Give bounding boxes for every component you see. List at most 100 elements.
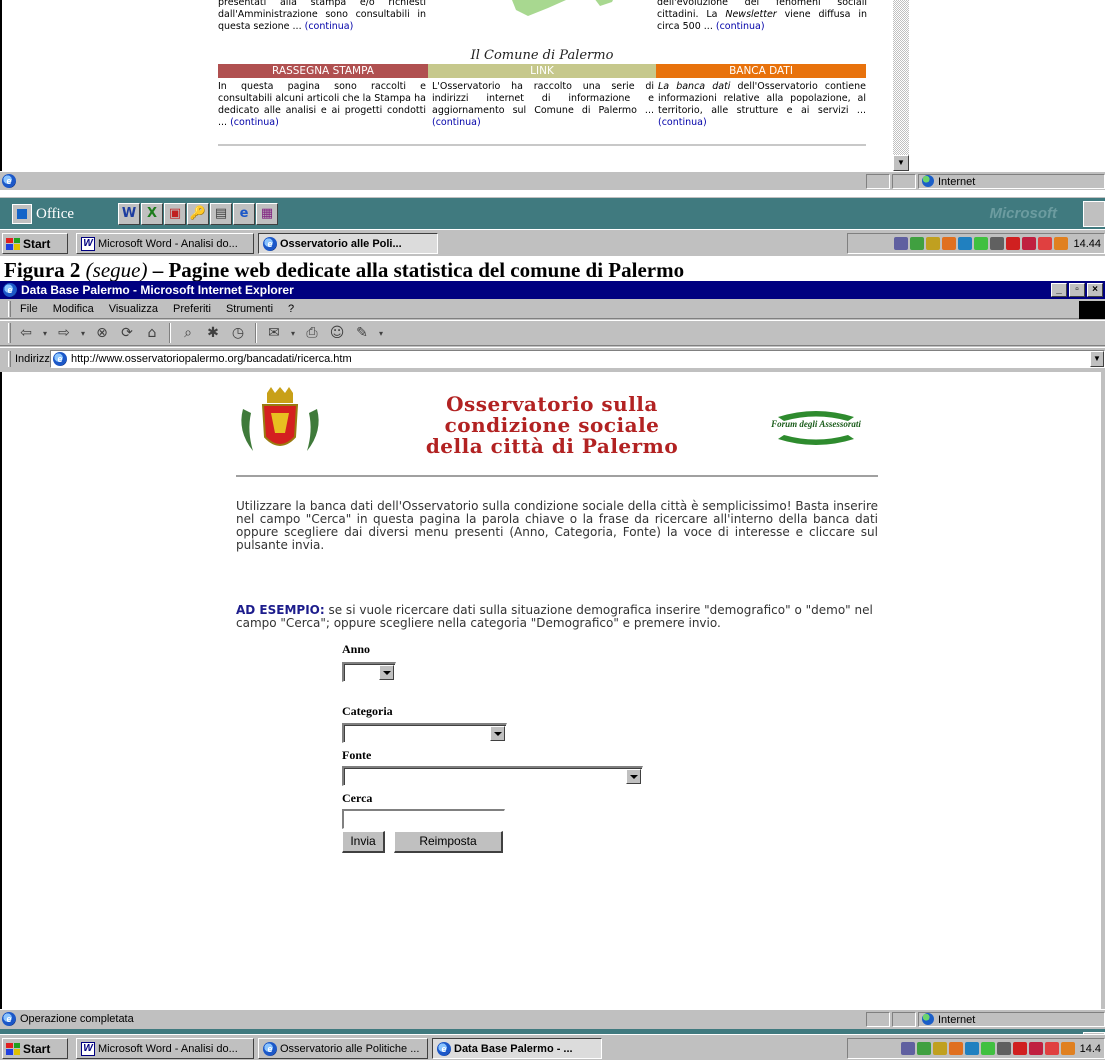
title-bar[interactable]: e Data Base Palermo - Microsoft Internet…	[0, 281, 1105, 299]
tray-acrobat-icon[interactable]	[1012, 1042, 1027, 1055]
continue-link[interactable]: (continua)	[230, 117, 279, 128]
menu-help[interactable]: ?	[288, 303, 294, 315]
messenger-icon[interactable]: ☺	[327, 323, 347, 343]
mail-dropdown-icon[interactable]: ▾	[289, 323, 297, 343]
window-controls: _ ▫ ×	[1051, 283, 1103, 297]
ie-shortcut-icon[interactable]: e	[233, 203, 255, 225]
tray-acrobat-icon[interactable]	[1006, 237, 1021, 250]
tray-app-icon[interactable]	[942, 237, 957, 250]
clock[interactable]: 14.4	[1080, 1043, 1101, 1055]
minimize-button[interactable]: _	[1051, 283, 1067, 297]
edit-dropdown-icon[interactable]: ▾	[377, 323, 385, 343]
menu-visualizza[interactable]: Visualizza	[109, 303, 158, 315]
categoria-select[interactable]	[342, 723, 507, 743]
edit-icon[interactable]: ✎	[352, 323, 372, 343]
tray-app-icon[interactable]	[926, 237, 941, 250]
print-icon[interactable]: ⎙	[302, 323, 322, 343]
back-dropdown-icon[interactable]: ▾	[41, 323, 49, 343]
tray-app-icon[interactable]	[964, 1042, 979, 1055]
search-icon[interactable]: ⌕	[178, 323, 198, 343]
tray-app-icon[interactable]	[958, 237, 973, 250]
address-input[interactable]: e http://www.osservatoriopalermo.org/ban…	[50, 350, 1105, 368]
menu-preferiti[interactable]: Preferiti	[173, 303, 211, 315]
fragment-scrollbar[interactable]: ▼	[893, 0, 909, 171]
tray-app-icon[interactable]	[932, 1042, 947, 1055]
page-scrollbar[interactable]	[1101, 372, 1105, 1009]
taskbar-button-word[interactable]: W Microsoft Word - Analisi do...	[76, 1038, 254, 1059]
continue-link[interactable]: (continua)	[305, 21, 354, 32]
taskbar-button-word[interactable]: W Microsoft Word - Analisi do...	[76, 233, 254, 254]
toolbar-grip[interactable]	[8, 300, 11, 317]
start-button[interactable]: Start	[2, 1038, 68, 1059]
chevron-down-icon[interactable]	[379, 665, 394, 680]
stop-icon[interactable]: ⊗	[92, 323, 112, 343]
taskbar-button-data-base[interactable]: e Data Base Palermo - ...	[432, 1038, 602, 1059]
office-bar-button[interactable]	[1083, 201, 1105, 227]
office-button[interactable]: Office	[12, 202, 120, 226]
toolbar-grip[interactable]	[8, 323, 11, 343]
address-dropdown-icon[interactable]: ▼	[1090, 351, 1104, 367]
fonte-select[interactable]	[342, 766, 643, 786]
header-banca-dati[interactable]: BANCA DATI	[656, 64, 866, 78]
powerpoint-icon[interactable]: ▣	[164, 203, 186, 225]
binder-icon[interactable]: ▤	[210, 203, 232, 225]
menu-modifica[interactable]: Modifica	[53, 303, 94, 315]
fragment-status-bar: e Internet	[0, 171, 1105, 190]
chevron-down-icon[interactable]	[490, 726, 505, 741]
office-app-icons: W X ▣ 🔑 ▤ e ▦	[118, 203, 279, 225]
home-icon[interactable]: ⌂	[142, 323, 162, 343]
cerca-input[interactable]	[342, 809, 505, 829]
ie-window-icon[interactable]: e	[3, 283, 17, 297]
address-url[interactable]: http://www.osservatoriopalermo.org/banca…	[71, 353, 352, 365]
anno-select[interactable]	[342, 662, 396, 682]
taskbar-button-osservatorio[interactable]: e Osservatorio alle Poli...	[258, 233, 438, 254]
tray-network-icon[interactable]	[900, 1042, 915, 1055]
toolbar-grip[interactable]	[8, 350, 11, 367]
tray-app-icon[interactable]	[1060, 1042, 1075, 1055]
mail-icon[interactable]: ✉	[264, 323, 284, 343]
tray-app-icon[interactable]	[1044, 1042, 1059, 1055]
taskbar-button-osservatorio[interactable]: e Osservatorio alle Politiche ...	[258, 1038, 428, 1059]
tray-app-icon[interactable]	[1028, 1042, 1043, 1055]
tray-app-icon[interactable]	[1054, 237, 1069, 250]
menu-file[interactable]: File	[20, 303, 38, 315]
tray-network-icon[interactable]	[894, 237, 909, 250]
office-shortcut-bar: Office W X ▣ 🔑 ▤ e ▦ Microsoft	[0, 197, 1105, 229]
volume-icon[interactable]	[990, 237, 1005, 250]
back-icon[interactable]: ⇦	[16, 323, 36, 343]
invia-button[interactable]: Invia	[342, 831, 385, 853]
tray-app-icon[interactable]	[948, 1042, 963, 1055]
forward-icon[interactable]: ⇨	[54, 323, 74, 343]
header-rassegna-stampa[interactable]: RASSEGNA STAMPA	[218, 64, 428, 78]
favorites-icon[interactable]: ✱	[203, 323, 223, 343]
clock[interactable]: 14.44	[1073, 238, 1101, 250]
menu-strumenti[interactable]: Strumenti	[226, 303, 273, 315]
maximize-button[interactable]: ▫	[1069, 283, 1085, 297]
publisher-icon[interactable]: ▦	[256, 203, 278, 225]
history-icon[interactable]: ◷	[228, 323, 248, 343]
header-link[interactable]: LINK	[428, 64, 656, 78]
volume-icon[interactable]	[996, 1042, 1011, 1055]
start-button[interactable]: Start	[2, 233, 68, 254]
reimposta-button[interactable]: Reimposta	[394, 831, 503, 853]
close-button[interactable]: ×	[1087, 283, 1103, 297]
excel-icon[interactable]: X	[141, 203, 163, 225]
scroll-down-arrow-icon[interactable]: ▼	[893, 155, 909, 171]
status-cell	[892, 1012, 916, 1027]
tray-app-icon[interactable]	[974, 237, 989, 250]
continue-link[interactable]: (continua)	[716, 21, 765, 32]
status-cell	[866, 1012, 890, 1027]
continue-link[interactable]: (continua)	[658, 117, 707, 128]
page-icon: e	[53, 352, 67, 366]
chevron-down-icon[interactable]	[626, 769, 641, 784]
tray-app-icon[interactable]	[980, 1042, 995, 1055]
refresh-icon[interactable]: ⟳	[117, 323, 137, 343]
word-icon[interactable]: W	[118, 203, 140, 225]
tray-app-icon[interactable]	[1022, 237, 1037, 250]
tray-app-icon[interactable]	[910, 237, 925, 250]
access-icon[interactable]: 🔑	[187, 203, 209, 225]
tray-app-icon[interactable]	[1038, 237, 1053, 250]
tray-app-icon[interactable]	[916, 1042, 931, 1055]
forward-dropdown-icon[interactable]: ▾	[79, 323, 87, 343]
continue-link[interactable]: (continua)	[432, 117, 481, 128]
